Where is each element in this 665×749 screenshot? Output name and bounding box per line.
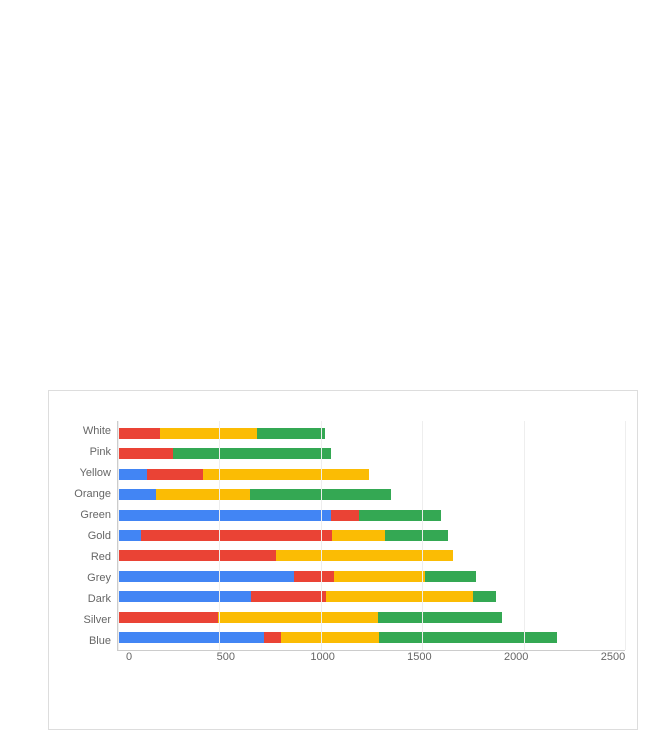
- chart-bar-segment: [326, 591, 474, 602]
- chart-category-label: Yellow: [65, 467, 111, 479]
- spreadsheet[interactable]: White Pink Yellow Orange Green Gold Red Grey Dar…: [0, 0, 665, 749]
- chart-bar: [118, 549, 625, 563]
- chart-category-label: Silver: [65, 614, 111, 626]
- chart-bar-segment: [147, 469, 203, 480]
- chart-xaxis-tick: 1000: [310, 651, 334, 663]
- chart-category-label: Grey: [65, 572, 111, 584]
- chart-bar-segment: [203, 469, 369, 480]
- chart-bar-segment: [332, 530, 385, 541]
- chart-category-label: Dark: [65, 593, 111, 605]
- chart-bar-segment: [160, 428, 257, 439]
- chart-bar-segment: [378, 612, 502, 623]
- chart-bar-segment: [118, 550, 276, 561]
- chart-bar-segment: [473, 591, 496, 602]
- chart-category-label: Orange: [65, 488, 111, 500]
- chart-bar-segment: [118, 428, 160, 439]
- chart-bar: [118, 447, 625, 461]
- chart-bar-segment: [118, 571, 294, 582]
- chart-bar-segment: [334, 571, 425, 582]
- chart-category-label: White: [65, 425, 111, 437]
- chart-category-label: Blue: [65, 635, 111, 647]
- chart-bar-segment: [118, 632, 264, 643]
- chart-bar-segment: [118, 510, 331, 521]
- chart-bar-segment: [156, 489, 250, 500]
- chart-plot-area: [117, 421, 625, 651]
- chart-category-labels: White Pink Yellow Orange Green Gold Red Grey Dar…: [65, 421, 117, 651]
- chart-bar: [118, 488, 625, 502]
- chart-yaxis-label: [61, 421, 65, 651]
- chart-bar: [118, 610, 625, 624]
- chart-bar: [118, 528, 625, 542]
- chart-bar: [118, 426, 625, 440]
- chart-bar: [118, 508, 625, 522]
- chart-xaxis-tick: 500: [217, 651, 235, 663]
- chart-category-label: Pink: [65, 446, 111, 458]
- chart-xaxis-tick: 1500: [407, 651, 431, 663]
- chart-bar-segment: [331, 510, 360, 521]
- chart-bar-segment: [385, 530, 448, 541]
- chart-category-label: Green: [65, 509, 111, 521]
- chart-bar-segment: [118, 591, 251, 602]
- chart-bar-segment: [257, 428, 325, 439]
- chart-bar-segment: [118, 489, 156, 500]
- chart-bar-segment: [173, 448, 331, 459]
- chart-bar-segment: [251, 591, 325, 602]
- chart-bar-segment: [264, 632, 281, 643]
- chart-bar: [118, 569, 625, 583]
- chart-category-label: Gold: [65, 530, 111, 542]
- chart-bar-segment: [118, 530, 141, 541]
- chart-bar-segment: [425, 571, 475, 582]
- chart-container[interactable]: White Pink Yellow Orange Green Gold Red Grey Dar…: [48, 390, 638, 730]
- chart-bar-segment: [218, 612, 379, 623]
- chart-xaxis: 05001000150020002500: [129, 651, 613, 669]
- chart-bar-segment: [118, 469, 147, 480]
- chart-bar-segment: [379, 632, 557, 643]
- chart-bar-segment: [281, 632, 379, 643]
- chart-bar-segment: [118, 612, 218, 623]
- chart-bar: [118, 467, 625, 481]
- chart-xaxis-tick: 0: [126, 651, 132, 663]
- chart-bar: [118, 590, 625, 604]
- chart-bar-segment: [359, 510, 440, 521]
- chart-bar-segment: [294, 571, 334, 582]
- chart-bar-segment: [141, 530, 333, 541]
- chart-bar: [118, 631, 625, 645]
- chart-xaxis-tick: 2500: [601, 651, 625, 663]
- chart-category-label: Red: [65, 551, 111, 563]
- chart-bar-segment: [118, 448, 173, 459]
- chart-bar-segment: [276, 550, 452, 561]
- chart-xaxis-tick: 2000: [504, 651, 528, 663]
